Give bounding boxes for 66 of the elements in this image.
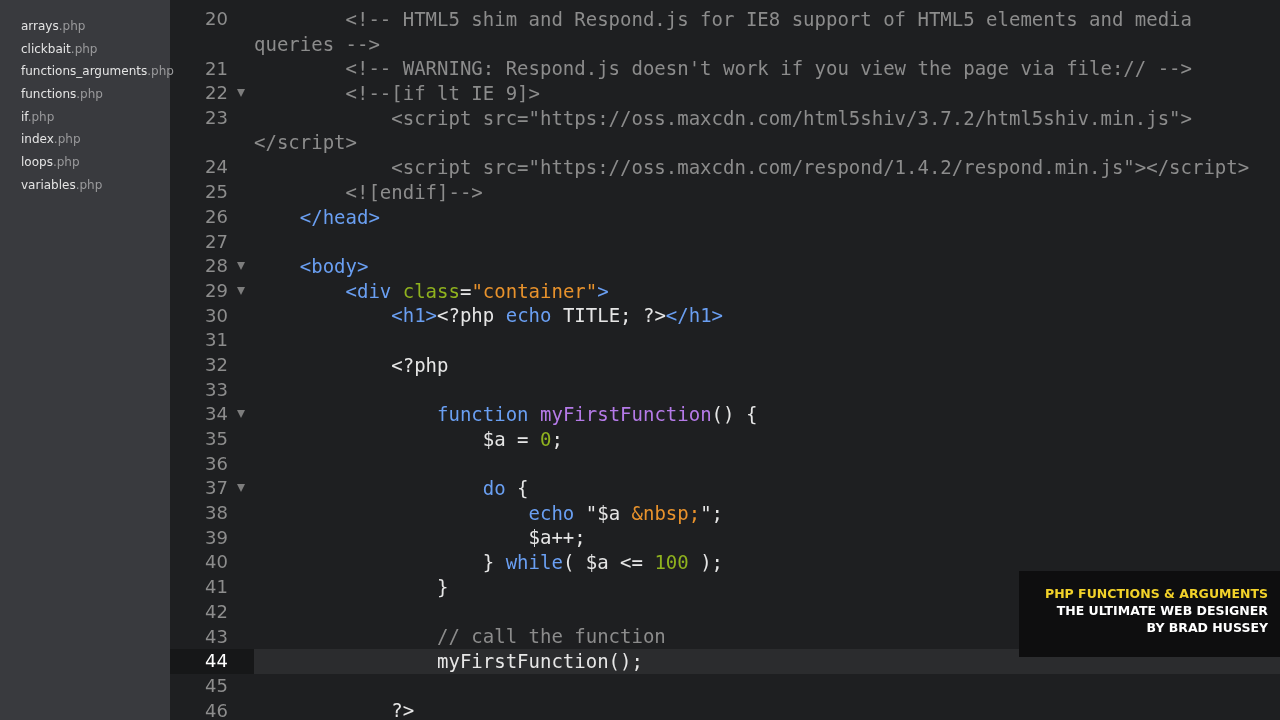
code-line: <?php [390,353,449,376]
line-number: 35 [205,428,228,451]
file-item[interactable]: arrays.php [0,15,86,38]
line-number: 22 [205,82,228,105]
line-number: 28 [205,255,228,278]
file-item[interactable]: loops.php [0,151,80,174]
code-line: // call the function [436,625,666,648]
code-line: do { [481,477,529,500]
line-number: 21 [205,57,228,80]
code-line: <div class="container"> [344,279,609,302]
line-number: 45 [205,674,228,697]
line-number: 43 [205,625,228,648]
file-item[interactable]: if.php [0,105,55,129]
line-number: 34 [205,403,228,426]
code-line: echo "$a &nbsp;"; [527,501,724,524]
line-number: 30 [205,304,228,327]
line-number: 41 [205,576,228,599]
caption-text: THE ULTIMATE WEB DESIGNER [1055,602,1268,619]
code-line: function myFirstFunction() { [436,403,758,425]
line-number: 27 [205,230,228,253]
caption-title: PHP FUNCTIONS & ARGUMENTS [1044,585,1268,602]
line-number: 40 [205,551,228,574]
line-number: 25 [205,181,228,204]
code-line: queries --> [254,32,380,55]
code-line: <body> [298,254,369,277]
code-line: </script> [254,131,357,154]
code-line: <!-- WARNING: Respond.js doesn't work if you view the page via file:// --> [344,57,1192,80]
file-item[interactable]: clickbait.php [0,37,98,61]
code-line: <script src="https://oss.maxcdn.com/respond/1.4.2/respond.min.js"></script> [390,156,1250,179]
code-line: <!--[if lt IE 9]> [344,82,540,105]
line-number: 26 [205,205,228,228]
code-line: <h1><?php echo TITLE; ?></h1> [390,304,724,327]
line-number: 33 [205,378,228,401]
fold-arrow-icon[interactable] [236,285,246,296]
code-line: $a = 0; [481,427,563,450]
line-number: 36 [205,452,228,475]
code-line: myFirstFunction(); [436,649,643,672]
code-line: ?> [390,699,415,720]
line-number: 38 [205,502,228,525]
code-line: <!-- HTML5 shim and Respond.js for IE8 support of HTML5 elements and media [344,8,1192,30]
fold-arrow-icon[interactable] [236,261,246,272]
line-number: 23 [205,107,228,130]
line-number: 29 [205,279,228,302]
caption-text: BY BRAD HUSSEY [1145,619,1268,636]
line-number: 31 [205,329,228,352]
line-number: 24 [205,156,228,179]
file-item[interactable]: functions.php [0,83,103,106]
line-number: 39 [205,526,228,549]
code-line: <![endif]--> [344,180,483,203]
file-item[interactable]: functions_arguments.php [0,60,174,84]
fold-arrow-icon[interactable] [236,88,246,99]
line-number: 37 [205,477,228,500]
line-number: 44 [205,650,228,673]
code-line: </head> [298,205,380,228]
file-item[interactable]: index.php [0,128,81,152]
file-item[interactable]: variables.php [0,173,103,197]
code-line: } while( $a <= 100 ); [481,551,724,574]
line-number: 20 [205,8,228,31]
fold-arrow-icon[interactable] [236,409,246,420]
fold-arrow-icon[interactable] [236,483,246,494]
line-number: 46 [205,699,228,720]
code-line: $a++; [527,526,586,549]
code-line: } [436,575,449,598]
line-number: 32 [205,353,228,376]
line-number: 42 [205,600,228,623]
code-line: <script src="https://oss.maxcdn.com/html5shiv/3.7.2/html5shiv.min.js"> [390,106,1192,129]
